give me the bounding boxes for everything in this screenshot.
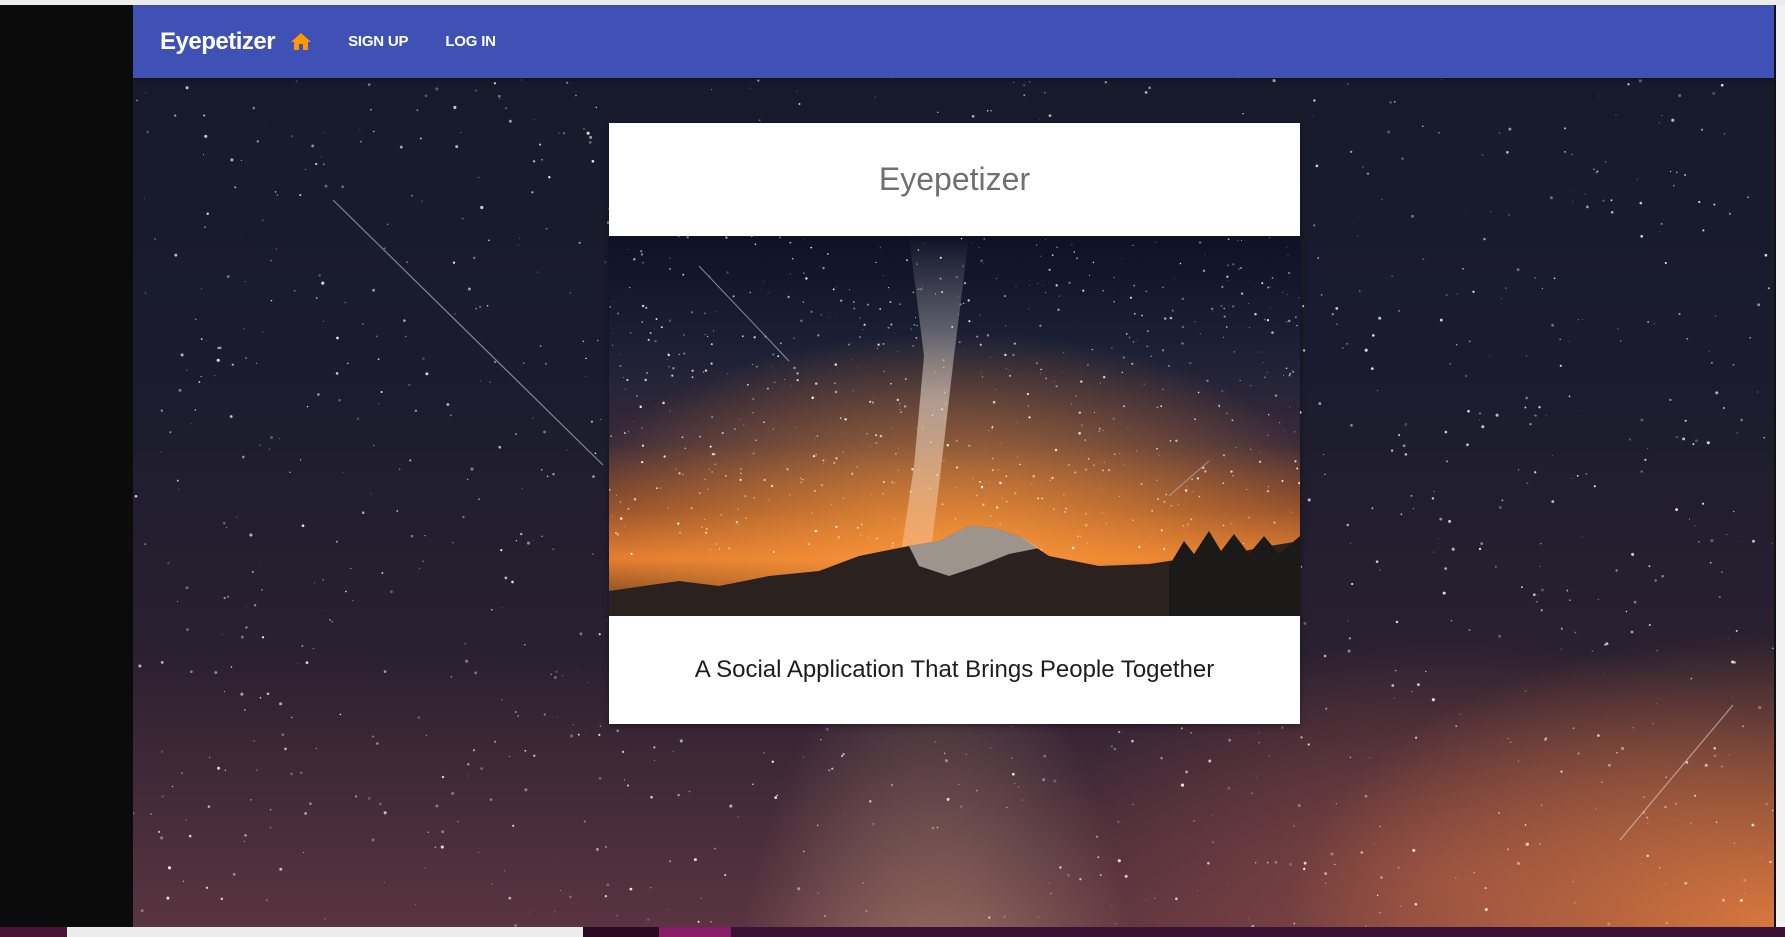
window-right-edge: [1774, 5, 1785, 927]
hero-card: Eyepetizer A Social Application That Bri…: [609, 123, 1300, 724]
brand-link[interactable]: Eyepetizer: [160, 28, 313, 56]
log-in-link[interactable]: LOG IN: [445, 33, 496, 50]
top-navbar: Eyepetizer SIGN UP LOG IN: [133, 5, 1774, 78]
brand-name: Eyepetizer: [160, 27, 276, 55]
sign-up-link[interactable]: SIGN UP: [348, 33, 408, 50]
card-image: [609, 236, 1300, 616]
home-icon[interactable]: [289, 30, 313, 54]
taskbar-strip: [0, 927, 1785, 937]
card-title: Eyepetizer: [878, 161, 1031, 197]
app-viewport: Eyepetizer SIGN UP LOG IN Eyepetizer A S…: [133, 5, 1774, 927]
card-caption: A Social Application That Brings People …: [694, 656, 1215, 683]
milky-way-mountain-image: [609, 236, 1300, 616]
left-panel: [0, 5, 133, 927]
